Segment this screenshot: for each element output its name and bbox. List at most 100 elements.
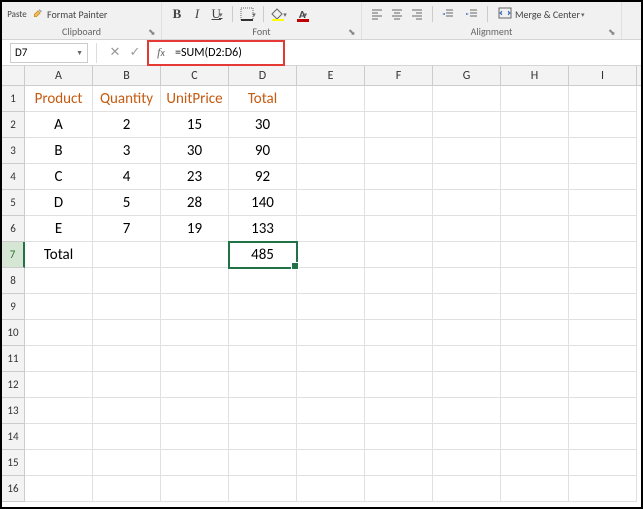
cell-B3[interactable]: 3	[93, 138, 161, 164]
cell-H7[interactable]	[501, 242, 569, 268]
cell-B10[interactable]	[93, 320, 161, 346]
cell-H4[interactable]	[501, 164, 569, 190]
cell-H5[interactable]	[501, 190, 569, 216]
cell-D4[interactable]: 92	[229, 164, 297, 190]
cell-G14[interactable]	[433, 424, 501, 450]
cell-B2[interactable]: 2	[93, 112, 161, 138]
cell-A13[interactable]	[25, 398, 93, 424]
cell-B4[interactable]: 4	[93, 164, 161, 190]
cell-H8[interactable]	[501, 268, 569, 294]
row-header-8[interactable]: 8	[2, 268, 25, 294]
cell-A16[interactable]	[25, 476, 93, 502]
cell-G10[interactable]	[433, 320, 501, 346]
cell-G8[interactable]	[433, 268, 501, 294]
cell-C15[interactable]	[161, 450, 229, 476]
cell-F7[interactable]	[365, 242, 433, 268]
row-header-3[interactable]: 3	[2, 138, 25, 164]
cell-F4[interactable]	[365, 164, 433, 190]
cell-F5[interactable]	[365, 190, 433, 216]
cell-H2[interactable]	[501, 112, 569, 138]
cell-I1[interactable]	[569, 86, 637, 112]
select-all-corner[interactable]	[2, 66, 25, 85]
cell-C13[interactable]	[161, 398, 229, 424]
cell-H12[interactable]	[501, 372, 569, 398]
cell-E1[interactable]	[297, 86, 365, 112]
cell-H14[interactable]	[501, 424, 569, 450]
font-color-button[interactable]: A▾	[294, 5, 312, 23]
borders-button[interactable]: ▾	[239, 5, 257, 23]
cell-F2[interactable]	[365, 112, 433, 138]
cell-D1[interactable]: Total	[229, 86, 297, 112]
cell-I6[interactable]	[569, 216, 637, 242]
row-header-14[interactable]: 14	[2, 424, 25, 450]
cell-E8[interactable]	[297, 268, 365, 294]
cell-G3[interactable]	[433, 138, 501, 164]
cell-B9[interactable]	[93, 294, 161, 320]
cell-G6[interactable]	[433, 216, 501, 242]
cell-E9[interactable]	[297, 294, 365, 320]
cell-I7[interactable]	[569, 242, 637, 268]
row-header-13[interactable]: 13	[2, 398, 25, 424]
cell-A15[interactable]	[25, 450, 93, 476]
cell-B1[interactable]: Quantity	[93, 86, 161, 112]
align-center-button[interactable]	[388, 5, 406, 23]
cell-D16[interactable]	[229, 476, 297, 502]
cell-A8[interactable]	[25, 268, 93, 294]
cell-D3[interactable]: 90	[229, 138, 297, 164]
cell-A10[interactable]	[25, 320, 93, 346]
cell-D13[interactable]	[229, 398, 297, 424]
cell-E13[interactable]	[297, 398, 365, 424]
cell-I12[interactable]	[569, 372, 637, 398]
cell-D5[interactable]: 140	[229, 190, 297, 216]
cell-F1[interactable]	[365, 86, 433, 112]
cell-F6[interactable]	[365, 216, 433, 242]
cell-C12[interactable]	[161, 372, 229, 398]
cell-G11[interactable]	[433, 346, 501, 372]
cell-I13[interactable]	[569, 398, 637, 424]
cell-D9[interactable]	[229, 294, 297, 320]
column-header-E[interactable]: E	[297, 66, 365, 85]
cell-G9[interactable]	[433, 294, 501, 320]
cell-B7[interactable]	[93, 242, 161, 268]
cell-H10[interactable]	[501, 320, 569, 346]
cell-A6[interactable]: E	[25, 216, 93, 242]
cell-H1[interactable]	[501, 86, 569, 112]
cell-H6[interactable]	[501, 216, 569, 242]
cell-A4[interactable]: C	[25, 164, 93, 190]
cell-C9[interactable]	[161, 294, 229, 320]
cell-B15[interactable]	[93, 450, 161, 476]
cell-H15[interactable]	[501, 450, 569, 476]
cell-I11[interactable]	[569, 346, 637, 372]
merge-center-button[interactable]: Merge & Center ▾	[494, 7, 589, 22]
cell-G16[interactable]	[433, 476, 501, 502]
cell-F8[interactable]	[365, 268, 433, 294]
cell-E2[interactable]	[297, 112, 365, 138]
enter-formula-button[interactable]: ✓	[125, 43, 145, 63]
insert-function-button[interactable]: fx	[151, 43, 171, 63]
cell-C14[interactable]	[161, 424, 229, 450]
cell-C7[interactable]	[161, 242, 229, 268]
column-header-C[interactable]: C	[161, 66, 229, 85]
cell-F11[interactable]	[365, 346, 433, 372]
cell-I9[interactable]	[569, 294, 637, 320]
cell-B5[interactable]: 5	[93, 190, 161, 216]
fill-color-button[interactable]: ▾	[270, 5, 288, 23]
cell-E6[interactable]	[297, 216, 365, 242]
cell-E11[interactable]	[297, 346, 365, 372]
cell-G12[interactable]	[433, 372, 501, 398]
cell-I14[interactable]	[569, 424, 637, 450]
cell-C11[interactable]	[161, 346, 229, 372]
cell-F13[interactable]	[365, 398, 433, 424]
column-header-G[interactable]: G	[433, 66, 501, 85]
align-left-button[interactable]	[368, 5, 386, 23]
row-header-10[interactable]: 10	[2, 320, 25, 346]
cell-A12[interactable]	[25, 372, 93, 398]
cell-C4[interactable]: 23	[161, 164, 229, 190]
cell-A11[interactable]	[25, 346, 93, 372]
row-header-7[interactable]: 7	[2, 242, 25, 268]
cell-B16[interactable]	[93, 476, 161, 502]
cell-B14[interactable]	[93, 424, 161, 450]
cell-A9[interactable]	[25, 294, 93, 320]
clipboard-launcher-icon[interactable]: ⬊	[148, 27, 158, 37]
column-header-B[interactable]: B	[93, 66, 161, 85]
